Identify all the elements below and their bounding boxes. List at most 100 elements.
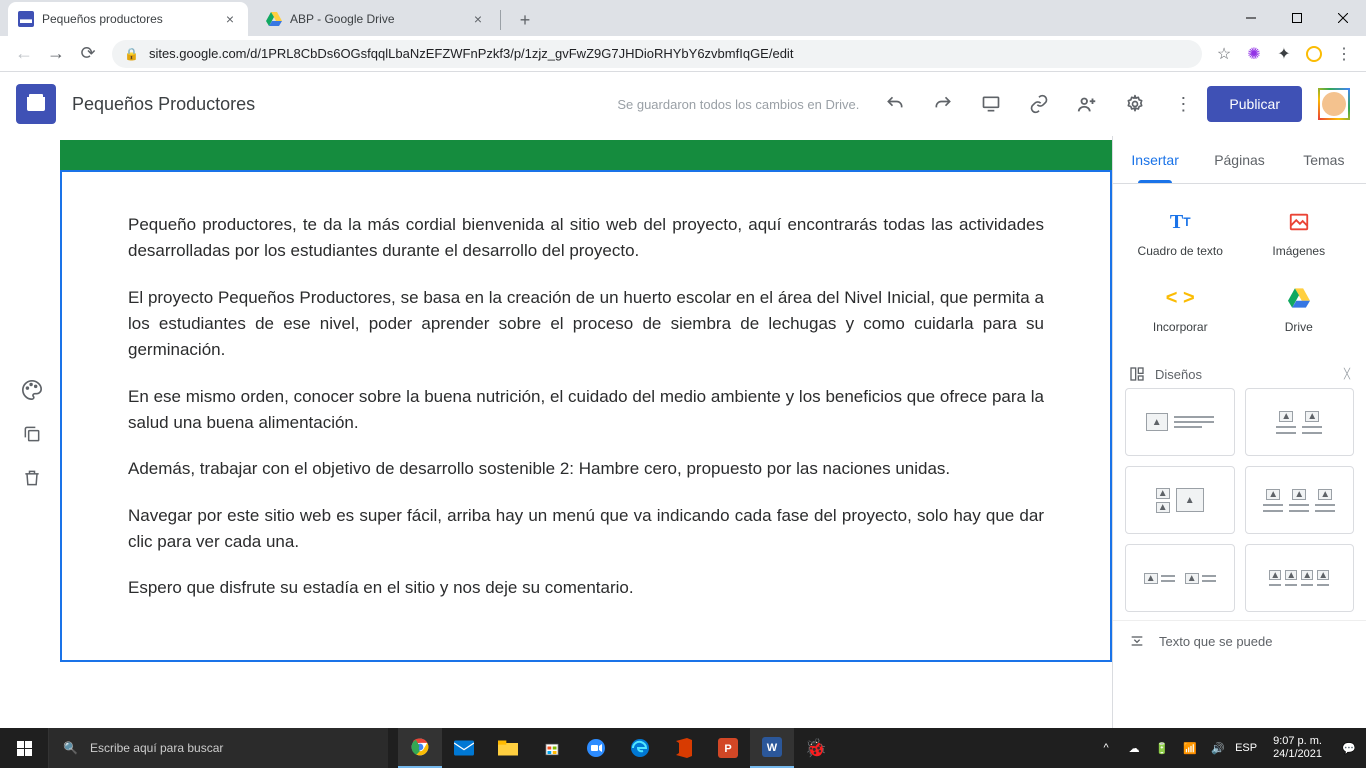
publish-button[interactable]: Publicar [1207,86,1302,122]
layout-option-2[interactable]: ▲ ▲ [1245,388,1355,456]
windows-taskbar: 🔍 Escribe aquí para buscar P W 🐞 ^ ☁ 🔋 📶… [0,728,1366,768]
star-icon[interactable]: ☆ [1214,44,1234,64]
extensions-puzzle-icon[interactable]: ✦ [1274,44,1294,64]
layout-option-6[interactable]: ▲ ▲ ▲ ▲ [1245,544,1355,612]
tab-themes[interactable]: Temas [1282,136,1366,183]
svg-text:W: W [767,742,778,754]
url-text: sites.google.com/d/1PRL8CbDs6OGsfqqlLbaN… [149,46,793,61]
share-button[interactable] [1075,92,1099,116]
drive-favicon [266,11,282,27]
nav-reload-button[interactable]: ⟳ [72,38,104,70]
redo-button[interactable] [931,92,955,116]
store-taskbar-icon[interactable] [530,728,574,768]
settings-button[interactable] [1123,92,1147,116]
paragraph[interactable]: Navegar por este sitio web es super fáci… [128,503,1044,556]
new-tab-button[interactable]: + [511,6,539,34]
link-button[interactable] [1027,92,1051,116]
browser-tab-active[interactable]: ▬ Pequeños productores × [8,2,248,36]
paragraph[interactable]: El proyecto Pequeños Productores, se bas… [128,285,1044,364]
minimize-button[interactable] [1228,0,1274,36]
collapse-icon[interactable]: ╳ [1344,369,1350,380]
thumb-image-icon: ▲ [1144,573,1158,584]
insert-drive[interactable]: Drive [1240,272,1359,348]
extension-circle-icon[interactable] [1304,44,1324,64]
app-taskbar-icon[interactable]: 🐞 [794,728,838,768]
nav-back-button[interactable]: ← [8,38,40,70]
paragraph[interactable]: En ese mismo orden, conocer sobre la bue… [128,384,1044,437]
thumb-image-icon: ▲ [1301,570,1313,580]
tray-chevron-icon[interactable]: ^ [1097,742,1115,754]
paragraph[interactable]: Además, trabajar con el objetivo de desa… [128,456,1044,482]
zoom-taskbar-icon[interactable] [574,728,618,768]
thumb-image-icon: ▲ [1156,502,1170,513]
lock-icon: 🔒 [124,47,139,61]
site-title[interactable]: Pequeños Productores [72,94,255,115]
palette-icon[interactable] [18,376,46,404]
paragraph[interactable]: Espero que disfrute su estadía en el sit… [128,575,1044,601]
floating-tools [18,376,46,492]
start-button[interactable] [0,728,48,768]
explorer-taskbar-icon[interactable] [486,728,530,768]
sites-favicon: ▬ [18,11,34,27]
thumb-lines [1174,416,1214,428]
edge-taskbar-icon[interactable] [618,728,662,768]
tab-insert[interactable]: Insertar [1113,136,1197,183]
tab-pages[interactable]: Páginas [1197,136,1281,183]
system-tray: ^ ☁ 🔋 📶 🔊 ESP 9:07 p. m. 24/1/2021 💬 [1089,735,1366,761]
office-taskbar-icon[interactable] [662,728,706,768]
duplicate-icon[interactable] [18,420,46,448]
tray-clock[interactable]: 9:07 p. m. 24/1/2021 [1265,735,1330,761]
layouts-icon [1129,366,1145,382]
page-canvas[interactable]: Pequeño productores, te da la más cordia… [60,140,1112,728]
tray-lang[interactable]: ESP [1237,742,1255,754]
layout-option-5[interactable]: ▲ ▲ [1125,544,1235,612]
tray-notifications-icon[interactable]: 💬 [1340,742,1358,755]
tray-onedrive-icon[interactable]: ☁ [1125,742,1143,755]
insert-images[interactable]: Imágenes [1240,196,1359,272]
chrome-taskbar-icon[interactable] [398,728,442,768]
close-tab-icon[interactable]: × [470,11,486,27]
selected-text-block[interactable]: Pequeño productores, te da la más cordia… [60,170,1112,662]
tab-title: Pequeños productores [42,12,222,26]
chrome-menu-icon[interactable]: ⋮ [1334,44,1354,64]
url-input[interactable]: 🔒 sites.google.com/d/1PRL8CbDs6OGsfqqlLb… [112,40,1202,68]
taskbar-search[interactable]: 🔍 Escribe aquí para buscar [48,728,388,768]
app-actions: ⋮ [883,92,1195,116]
insert-label: Incorporar [1153,320,1208,334]
save-status-text: Se guardaron todos los cambios en Drive. [617,97,859,112]
browser-tab-inactive[interactable]: ABP - Google Drive × [256,2,496,36]
insert-label: Cuadro de texto [1138,244,1223,258]
header-section[interactable] [60,140,1112,170]
insert-textbox[interactable]: TT Cuadro de texto [1121,196,1240,272]
layout-option-4[interactable]: ▲ ▲ ▲ [1245,466,1355,534]
layout-option-3[interactable]: ▲▲ ▲ [1125,466,1235,534]
mail-taskbar-icon[interactable] [442,728,486,768]
insert-label: Drive [1285,320,1313,334]
collapsible-text-item[interactable]: Texto que se puede [1113,620,1366,661]
insert-embed[interactable]: < > Incorporar [1121,272,1240,348]
account-avatar[interactable] [1318,88,1350,120]
undo-button[interactable] [883,92,907,116]
extension-purple-icon[interactable]: ✺ [1244,44,1264,64]
sites-logo-icon[interactable] [16,84,56,124]
workspace: Pequeño productores, te da la más cordia… [0,136,1366,728]
tray-battery-icon[interactable]: 🔋 [1153,742,1171,755]
search-placeholder: Escribe aquí para buscar [90,741,223,755]
maximize-button[interactable] [1274,0,1320,36]
powerpoint-taskbar-icon[interactable]: P [706,728,750,768]
delete-icon[interactable] [18,464,46,492]
tray-wifi-icon[interactable]: 📶 [1181,742,1199,755]
nav-forward-button[interactable]: → [40,38,72,70]
layout-option-1[interactable]: ▲ [1125,388,1235,456]
tray-volume-icon[interactable]: 🔊 [1209,742,1227,755]
word-taskbar-icon[interactable]: W [750,728,794,768]
more-button[interactable]: ⋮ [1171,92,1195,116]
close-window-button[interactable] [1320,0,1366,36]
paragraph[interactable]: Pequeño productores, te da la más cordia… [128,212,1044,265]
drive-icon [1287,286,1311,310]
thumb-image-icon: ▲ [1292,489,1306,500]
insert-label: Imágenes [1272,244,1325,258]
thumb-image-icon: ▲ [1266,489,1280,500]
close-tab-icon[interactable]: × [222,11,238,27]
preview-button[interactable] [979,92,1003,116]
